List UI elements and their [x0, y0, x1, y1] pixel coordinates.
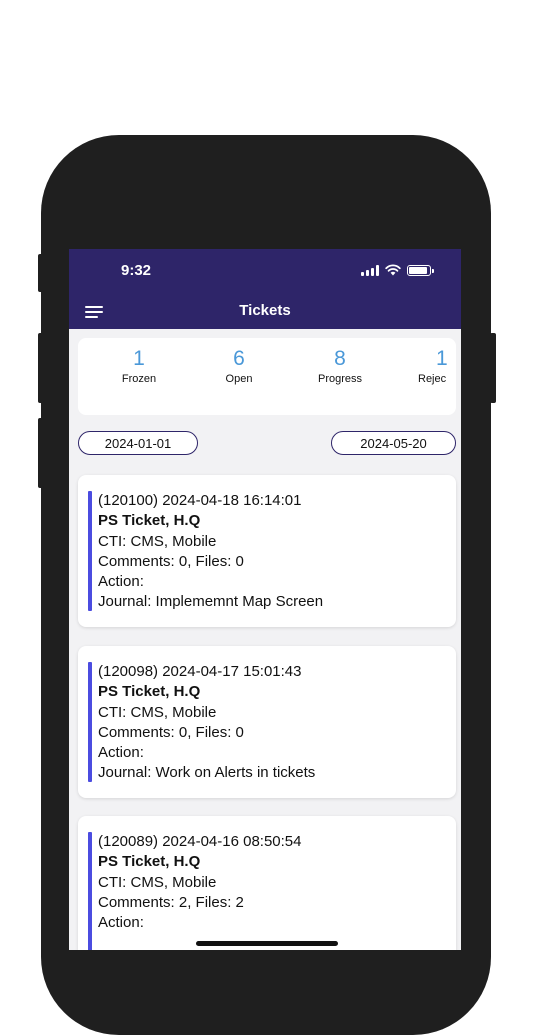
- ticket-accent-bar: [88, 832, 92, 950]
- mute-switch: [38, 254, 44, 292]
- ticket-journal: Journal: Implememnt Map Screen: [98, 593, 324, 611]
- stat-count: 8: [334, 347, 346, 370]
- stat-count: 1: [436, 347, 448, 370]
- stat-label: Progress: [317, 373, 363, 385]
- status-icons: [361, 264, 434, 276]
- stat-count: 6: [233, 347, 245, 370]
- ticket-card[interactable]: (120089) 2024-04-16 08:50:54 PS Ticket, …: [78, 816, 456, 950]
- volume-down-button: [38, 418, 44, 488]
- ticket-title: PS Ticket, H.Q: [98, 853, 201, 871]
- page-title: Tickets: [239, 302, 291, 319]
- ticket-accent-bar: [88, 662, 92, 782]
- stat-frozen[interactable]: 1 Frozen: [99, 346, 179, 385]
- battery-icon: [407, 265, 434, 276]
- start-date-picker[interactable]: 2024-01-01: [78, 431, 198, 455]
- ticket-counts: Comments: 2, Files: 2: [98, 893, 244, 911]
- app-screen: 9:32 Tickets 1 Frozen 6 Open 8 Progress …: [69, 249, 461, 950]
- end-date-picker[interactable]: 2024-05-20: [331, 431, 456, 455]
- app-header: 9:32 Tickets: [69, 249, 461, 329]
- ticket-title: PS Ticket, H.Q: [98, 683, 201, 701]
- ticket-header: (120089) 2024-04-16 08:50:54: [98, 833, 302, 850]
- ticket-action: Action:: [98, 744, 144, 762]
- ticket-counts: Comments: 0, Files: 0: [98, 552, 244, 570]
- stat-rejected[interactable]: 1 Rejec: [402, 346, 456, 385]
- volume-up-button: [38, 333, 44, 403]
- ticket-counts: Comments: 0, Files: 0: [98, 723, 244, 741]
- ticket-card[interactable]: (120098) 2024-04-17 15:01:43 PS Ticket, …: [78, 646, 456, 798]
- ticket-accent-bar: [88, 491, 92, 611]
- stat-label: Rejec: [418, 373, 447, 385]
- stat-progress[interactable]: 8 Progress: [300, 346, 380, 385]
- stat-count: 1: [133, 347, 145, 370]
- ticket-card[interactable]: (120100) 2024-04-18 16:14:01 PS Ticket, …: [78, 475, 456, 627]
- ticket-header: (120100) 2024-04-18 16:14:01: [98, 492, 302, 509]
- wifi-icon: [385, 264, 401, 276]
- ticket-cti: CTI: CMS, Mobile: [98, 873, 217, 891]
- ticket-action: Action:: [98, 914, 144, 932]
- stat-label: Open: [225, 373, 253, 385]
- stat-label: Frozen: [121, 373, 157, 385]
- power-button: [490, 333, 496, 403]
- ticket-status-summary: 1 Frozen 6 Open 8 Progress 1 Rejec: [78, 338, 456, 415]
- ticket-cti: CTI: CMS, Mobile: [98, 703, 217, 721]
- ticket-header: (120098) 2024-04-17 15:01:43: [98, 663, 302, 680]
- home-indicator[interactable]: [196, 941, 338, 946]
- ticket-journal: Journal: Work on Alerts in tickets: [98, 764, 316, 782]
- ticket-action: Action:: [98, 573, 144, 591]
- ticket-cti: CTI: CMS, Mobile: [98, 532, 217, 550]
- status-time: 9:32: [121, 262, 152, 279]
- cellular-signal-icon: [361, 265, 379, 276]
- ticket-title: PS Ticket, H.Q: [98, 512, 201, 530]
- stat-open[interactable]: 6 Open: [199, 346, 279, 385]
